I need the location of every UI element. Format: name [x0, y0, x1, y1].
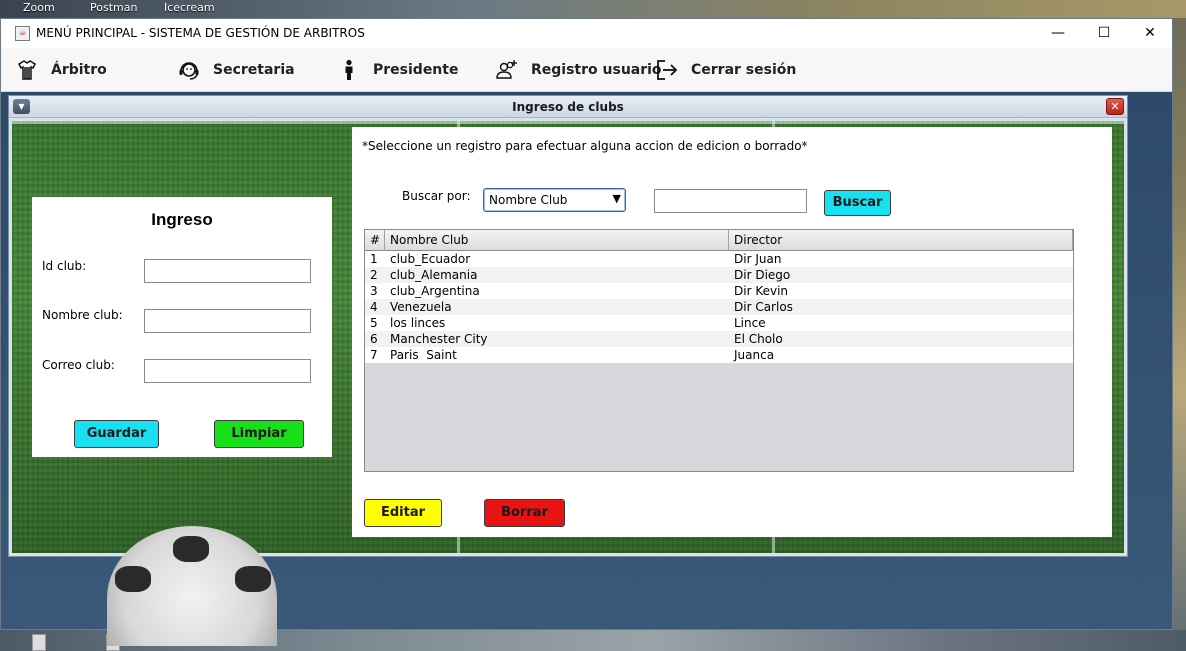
search-by-select[interactable]: Nombre Club ▼: [483, 188, 626, 212]
table-row[interactable]: 3 club_Argentina Dir Kevin: [365, 283, 1073, 299]
cell-nombre-club: Manchester City: [390, 332, 488, 346]
table-row[interactable]: 2 club_Alemania Dir Diego: [365, 267, 1073, 283]
desktop-file-icon[interactable]: [32, 634, 46, 651]
logout-icon: [655, 58, 679, 82]
maximize-button[interactable]: ☐: [1081, 19, 1127, 48]
desktop-top-strip: Zoom Postman Icecream: [0, 0, 1186, 18]
nombre-club-label: Nombre club:: [42, 308, 123, 322]
cell-nombre-club: club_Alemania: [390, 268, 478, 282]
cell-director: Lince: [734, 316, 766, 330]
frame-close-button[interactable]: ✕: [1106, 98, 1124, 115]
menu-label-secretaria: Secretaria: [213, 62, 295, 78]
desktop-shortcut-postman[interactable]: Postman: [90, 1, 137, 14]
menu-label-cerrar-sesion: Cerrar sesión: [691, 62, 797, 78]
cell-director: El Cholo: [734, 332, 783, 346]
cell-director: Dir Kevin: [734, 284, 789, 298]
search-input[interactable]: [654, 189, 807, 213]
search-by-label: Buscar por:: [402, 189, 471, 203]
menu-item-cerrar-sesion[interactable]: Cerrar sesión: [655, 48, 796, 92]
club-list-panel: *Seleccione un registro para efectuar al…: [352, 127, 1112, 537]
desktop-shortcut-icecream[interactable]: Icecream: [164, 1, 215, 14]
cell-director: Dir Diego: [734, 268, 791, 282]
cell-director: Dir Juan: [734, 252, 782, 266]
correo-club-label: Correo club:: [42, 358, 115, 372]
dropdown-arrow-icon: ▼: [612, 192, 621, 205]
person-icon: [337, 58, 361, 82]
cell-number: 6: [370, 332, 378, 346]
clear-button[interactable]: Limpiar: [214, 420, 304, 448]
cell-number: 1: [370, 252, 378, 266]
main-menubar: Árbitro Secretaria Presidente Registro u…: [1, 48, 1172, 92]
column-header-nombre-club[interactable]: Nombre Club: [385, 230, 729, 251]
cell-number: 4: [370, 300, 378, 314]
column-header-number[interactable]: #: [365, 230, 385, 251]
close-button[interactable]: ✕: [1127, 19, 1173, 48]
cell-number: 7: [370, 348, 378, 362]
minimize-button[interactable]: —: [1035, 19, 1081, 48]
edit-button[interactable]: Editar: [364, 499, 442, 527]
cell-number: 5: [370, 316, 378, 330]
menu-item-arbitro[interactable]: Árbitro: [15, 48, 107, 92]
menu-item-secretaria[interactable]: Secretaria: [177, 48, 295, 92]
cell-nombre-club: club_Argentina: [390, 284, 480, 298]
id-club-label: Id club:: [42, 259, 87, 273]
table-row[interactable]: 5 los linces Lince: [365, 315, 1073, 331]
window-titlebar: ☕ MENÚ PRINCIPAL - SISTEMA DE GESTIÓN DE…: [1, 19, 1172, 48]
window-title: MENÚ PRINCIPAL - SISTEMA DE GESTIÓN DE A…: [36, 26, 365, 40]
soccer-ball-image: [107, 526, 277, 646]
cell-director: Dir Carlos: [734, 300, 793, 314]
menu-item-presidente[interactable]: Presidente: [337, 48, 458, 92]
cell-director: Juanca: [734, 348, 775, 362]
save-button[interactable]: Guardar: [74, 420, 159, 448]
menu-label-presidente: Presidente: [373, 62, 459, 78]
form-heading: Ingreso: [151, 210, 213, 229]
table-body: 1 club_Ecuador Dir Juan 2 club_Alemania …: [365, 251, 1073, 363]
cell-nombre-club: los linces: [390, 316, 446, 330]
cell-nombre-club: club_Ecuador: [390, 252, 471, 266]
java-app-icon: ☕: [15, 26, 30, 41]
column-header-director[interactable]: Director: [729, 230, 1073, 251]
club-entry-form: Ingreso Id club: Nombre club: Correo clu…: [32, 197, 332, 457]
menu-label-arbitro: Árbitro: [51, 62, 107, 78]
table-row[interactable]: 6 Manchester City El Cholo: [365, 331, 1073, 347]
menu-label-registro-usuario: Registro usuario: [531, 62, 662, 78]
delete-button[interactable]: Borrar: [484, 499, 565, 527]
add-user-icon: [495, 58, 519, 82]
headset-icon: [177, 58, 201, 82]
clubs-table[interactable]: # Nombre Club Director 1 club_Ecuador Di…: [364, 229, 1074, 472]
cell-nombre-club: Paris Saint: [390, 348, 457, 362]
cell-nombre-club: Venezuela: [390, 300, 452, 314]
cell-number: 2: [370, 268, 378, 282]
table-header: # Nombre Club Director: [365, 230, 1073, 251]
instruction-text: *Seleccione un registro para efectuar al…: [362, 139, 808, 153]
cell-number: 3: [370, 284, 378, 298]
internal-frame-title: Ingreso de clubs: [512, 100, 624, 114]
desktop-shortcut-zoom[interactable]: Zoom: [23, 1, 55, 14]
id-club-input[interactable]: [144, 259, 311, 283]
table-row[interactable]: 7 Paris Saint Juanca: [365, 347, 1073, 363]
table-row[interactable]: 1 club_Ecuador Dir Juan: [365, 251, 1073, 267]
menu-item-registro-usuario[interactable]: Registro usuario: [495, 48, 662, 92]
referee-icon: [15, 58, 39, 82]
correo-club-input[interactable]: [144, 359, 311, 383]
internal-frame-titlebar: ▼ Ingreso de clubs ✕: [9, 96, 1127, 118]
nombre-club-input[interactable]: [144, 309, 311, 333]
search-by-selected-value: Nombre Club: [489, 193, 568, 207]
table-row[interactable]: 4 Venezuela Dir Carlos: [365, 299, 1073, 315]
search-button[interactable]: Buscar: [824, 190, 891, 216]
